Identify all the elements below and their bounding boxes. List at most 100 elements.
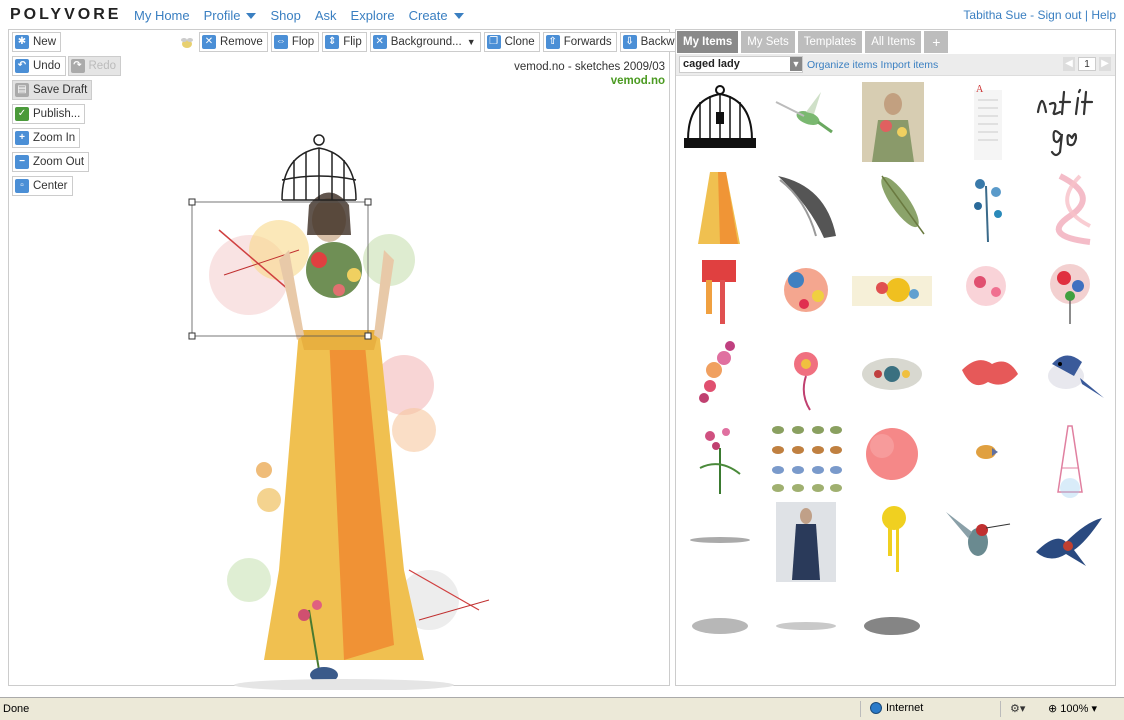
flip-label: Flip: [343, 36, 362, 48]
undo-icon: ↶: [15, 59, 29, 73]
polyvore-logo[interactable]: POLYVORE: [10, 6, 121, 24]
user-name-link[interactable]: Tabitha Sue: [963, 8, 1026, 22]
tab-my-items[interactable]: My Items: [677, 31, 739, 53]
nav-my-home[interactable]: My Home: [134, 8, 190, 23]
search-input[interactable]: caged lady: [679, 56, 803, 73]
item-thumb-model-photo[interactable]: [862, 82, 942, 162]
flop-label: Flop: [291, 36, 315, 48]
item-thumb-birdcage[interactable]: [680, 82, 760, 162]
item-thumb-shadow-3[interactable]: [766, 586, 846, 666]
forwards-button[interactable]: ⇧ Forwards: [542, 32, 617, 52]
collage-canvas[interactable]: [179, 100, 509, 690]
zoom-level[interactable]: ⊕ 100% ▾: [1048, 702, 1097, 715]
redo-label: Redo: [88, 60, 117, 72]
item-thumb-swallow[interactable]: [1026, 502, 1106, 582]
dropdown-arrow-icon: ▼: [466, 37, 476, 47]
bird-cage: [281, 134, 357, 201]
close-icon: ✕: [202, 35, 216, 49]
sign-out-link[interactable]: Sign out: [1037, 8, 1081, 22]
remove-button[interactable]: ✕ Remove: [199, 32, 268, 52]
item-thumb-small-bird[interactable]: [948, 418, 1028, 498]
chevron-down-icon[interactable]: [453, 12, 464, 19]
items-pager: ◀ 1 ▶: [1063, 57, 1111, 71]
item-thumb-blue-jay[interactable]: [1030, 334, 1110, 414]
flip-button[interactable]: ⇕ Flip: [322, 32, 367, 52]
item-thumb-flower-stem[interactable]: [766, 334, 846, 414]
organize-items-link[interactable]: Organize items: [807, 59, 878, 71]
prev-page-icon[interactable]: ◀: [1063, 57, 1075, 71]
set-author[interactable]: vemod.no: [514, 74, 665, 88]
new-button[interactable]: ✱ New: [12, 32, 62, 52]
item-thumb-hummingbird-red[interactable]: [938, 502, 1018, 582]
publish-button[interactable]: ✓ Publish...: [12, 104, 86, 124]
tab-templates[interactable]: Templates: [797, 31, 863, 53]
item-thumb-pink-blossoms[interactable]: [948, 250, 1028, 330]
save-draft-button[interactable]: ▤ Save Draft: [12, 80, 93, 100]
item-thumb-document[interactable]: A: [948, 82, 1028, 162]
zoom-out-button[interactable]: − Zoom Out: [12, 152, 90, 172]
item-thumb-yellow-drip[interactable]: [852, 502, 932, 582]
zoom-in-button[interactable]: + Zoom In: [12, 128, 81, 148]
nav-explore[interactable]: Explore: [351, 8, 395, 23]
item-thumb-yellow-gown[interactable]: [680, 166, 760, 246]
nav-profile[interactable]: Profile: [204, 8, 257, 23]
nav-create[interactable]: Create: [409, 8, 464, 23]
undo-button[interactable]: ↶ Undo: [12, 56, 66, 76]
item-thumb-fashion-photo[interactable]: [766, 502, 846, 582]
item-thumb-eiffel-tower[interactable]: [1030, 418, 1110, 498]
background-icon: ✕: [372, 35, 387, 49]
security-zone[interactable]: Internet: [870, 702, 923, 714]
background-dropdown[interactable]: ✕ Background... ▼: [369, 32, 481, 52]
item-thumb-feather[interactable]: [862, 166, 942, 246]
status-divider: [860, 701, 861, 717]
zoom-out-label: Zoom Out: [33, 156, 85, 168]
page-number[interactable]: 1: [1078, 57, 1096, 71]
help-link[interactable]: Help: [1091, 8, 1116, 22]
item-thumb-bead-chain[interactable]: [680, 334, 760, 414]
zoom-in-label: Zoom In: [33, 132, 76, 144]
item-thumb-red-splash[interactable]: [948, 334, 1028, 414]
item-thumb-wing[interactable]: [766, 166, 846, 246]
items-panel: My Items My Sets Templates All Items + c…: [675, 29, 1116, 686]
nav-label: Ask: [314, 8, 337, 23]
flop-button[interactable]: ⇔ Flop: [270, 32, 320, 52]
arrow-up-icon: ⇧: [545, 35, 560, 49]
item-thumb-pink-swirls[interactable]: [1030, 166, 1110, 246]
main-nav: My Home Profile Shop Ask Explore Create: [134, 8, 478, 23]
plus-icon: +: [15, 131, 29, 145]
tab-all-items[interactable]: All Items: [865, 31, 922, 53]
item-thumb-let-it-go-text[interactable]: [1030, 82, 1110, 162]
nav-shop[interactable]: Shop: [270, 8, 300, 23]
clone-button[interactable]: ❐ Clone: [483, 32, 540, 52]
item-thumb-watercolor-blot[interactable]: [852, 418, 932, 498]
item-thumb-colorful-burst[interactable]: [1030, 250, 1110, 330]
item-thumb-shadow-2[interactable]: [680, 586, 760, 666]
item-thumb-shadow-4[interactable]: [852, 586, 932, 666]
set-title-block: vemod.no - sketches 2009/03 vemod.no: [514, 60, 665, 88]
status-divider: [1000, 701, 1001, 717]
center-button[interactable]: ▫ Center: [12, 176, 73, 196]
save-icon: ▤: [15, 83, 29, 97]
add-tab-button[interactable]: +: [924, 31, 949, 53]
protected-mode-icon[interactable]: ⚙▾: [1010, 702, 1025, 715]
search-dropdown-icon[interactable]: ▼: [790, 57, 802, 71]
item-thumb-floral-burst[interactable]: [766, 250, 846, 330]
zone-label: Internet: [886, 702, 924, 714]
item-thumb-pink-wildflower[interactable]: [680, 418, 760, 498]
next-page-icon[interactable]: ▶: [1099, 57, 1111, 71]
clone-icon: ❐: [486, 35, 501, 49]
import-items-link[interactable]: Import items: [881, 59, 939, 71]
item-thumb-blue-flower[interactable]: [948, 166, 1028, 246]
chevron-down-icon[interactable]: [246, 12, 257, 19]
tab-my-sets[interactable]: My Sets: [741, 31, 795, 53]
item-thumb-paint-drip[interactable]: [680, 250, 760, 330]
item-thumb-hummingbird[interactable]: [766, 82, 846, 162]
check-icon: ✓: [15, 107, 29, 121]
redo-button[interactable]: ↷ Redo: [67, 56, 121, 76]
nav-ask[interactable]: Ask: [315, 8, 337, 23]
item-thumb-brooch[interactable]: [852, 334, 932, 414]
nav-label: Explore: [350, 8, 395, 23]
item-thumb-shadow[interactable]: [680, 502, 760, 582]
item-thumb-collage-strip[interactable]: [852, 250, 932, 330]
item-thumb-birds-grid[interactable]: [766, 418, 846, 498]
